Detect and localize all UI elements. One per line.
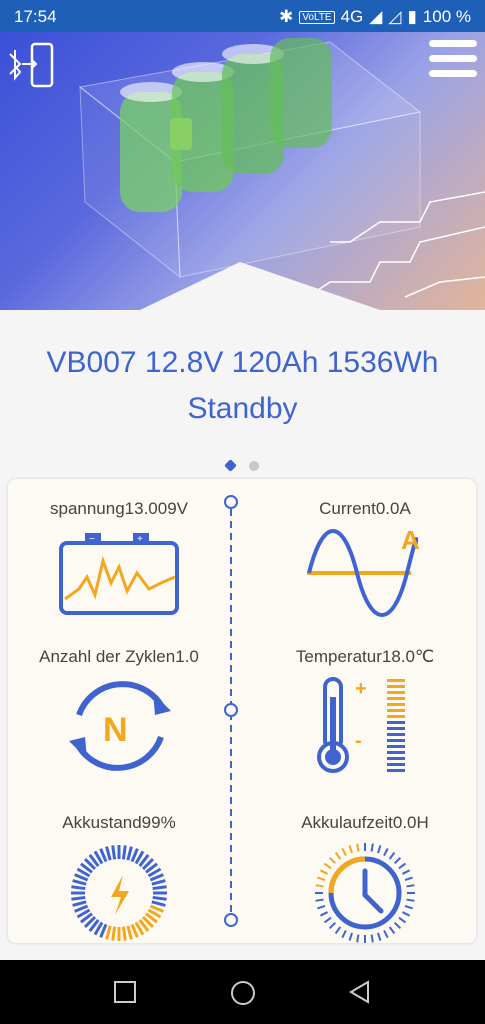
runtime-label: Akkulaufzeit0.0H xyxy=(301,813,429,832)
bluetooth-connect-icon xyxy=(9,42,54,88)
cycle-icon: N xyxy=(69,681,171,771)
temp-plus: + xyxy=(355,678,367,700)
bluetooth-connect-button[interactable] xyxy=(6,42,56,88)
voltage-metric: spannung13.009V − + xyxy=(8,499,230,617)
hero-banner xyxy=(0,32,485,310)
device-state: Standby xyxy=(187,392,298,425)
bluetooth-icon: ✱ xyxy=(279,7,294,26)
menu-button[interactable] xyxy=(429,40,477,90)
cycles-label: Anzahl der Zyklen1.0 xyxy=(39,647,199,666)
battery-wave-icon: − + xyxy=(59,533,179,615)
volte-badge: VoLTE xyxy=(299,10,335,24)
device-header: VB007 12.8V 120Ah 1536Wh Standby xyxy=(0,340,485,432)
page-dot-active[interactable] xyxy=(224,459,237,472)
temperature-metric: Temperatur18.0℃ + - xyxy=(254,647,476,775)
signal-icon-2: ◿ xyxy=(388,7,402,26)
system-nav-bar xyxy=(0,960,485,1024)
back-button[interactable] xyxy=(348,980,372,1004)
menu-icon-bar xyxy=(429,70,477,77)
current-label: Current0.0A xyxy=(319,499,411,518)
current-unit-glyph: A xyxy=(401,527,420,555)
signal-icon: ◢ xyxy=(369,7,383,26)
clock: 17:54 xyxy=(14,7,57,26)
menu-icon-bar xyxy=(429,40,477,47)
soc-metric: Akkustand99% xyxy=(8,813,230,945)
battery-level: 100 % xyxy=(422,7,471,26)
menu-icon-bar xyxy=(429,55,477,62)
battery-illustration xyxy=(78,38,485,310)
charge-gauge-icon xyxy=(71,845,167,941)
current-metric: Current0.0A A xyxy=(254,499,476,617)
metrics-card: spannung13.009V − + Current0.0A A Anzahl… xyxy=(8,479,476,943)
battery-icon: ▮ xyxy=(407,7,417,26)
recents-button[interactable] xyxy=(113,980,137,1004)
thermometer-icon: + - xyxy=(317,677,405,773)
temp-minus: - xyxy=(355,730,362,752)
home-button[interactable] xyxy=(230,980,256,1006)
sine-wave-icon: A xyxy=(307,527,420,617)
cycles-letter: N xyxy=(103,711,128,749)
cycles-metric: Anzahl der Zyklen1.0 N xyxy=(8,647,230,775)
page-indicator[interactable] xyxy=(0,459,485,472)
soc-label: Akkustand99% xyxy=(62,813,176,832)
voltage-label: spannung13.009V xyxy=(49,499,189,518)
temperature-label: Temperatur18.0℃ xyxy=(295,647,435,666)
svg-text:+: + xyxy=(137,534,143,545)
svg-text:−: − xyxy=(89,534,95,545)
runtime-metric: Akkulaufzeit0.0H xyxy=(254,813,476,945)
network-type: 4G xyxy=(340,7,364,26)
page-dot[interactable] xyxy=(249,461,259,471)
status-bar: 17:54 ✱ VoLTE 4G ◢ ◿ ▮ 100 % xyxy=(0,0,485,32)
device-title: VB007 12.8V 120Ah 1536Wh xyxy=(46,346,439,379)
clock-icon xyxy=(315,843,415,943)
